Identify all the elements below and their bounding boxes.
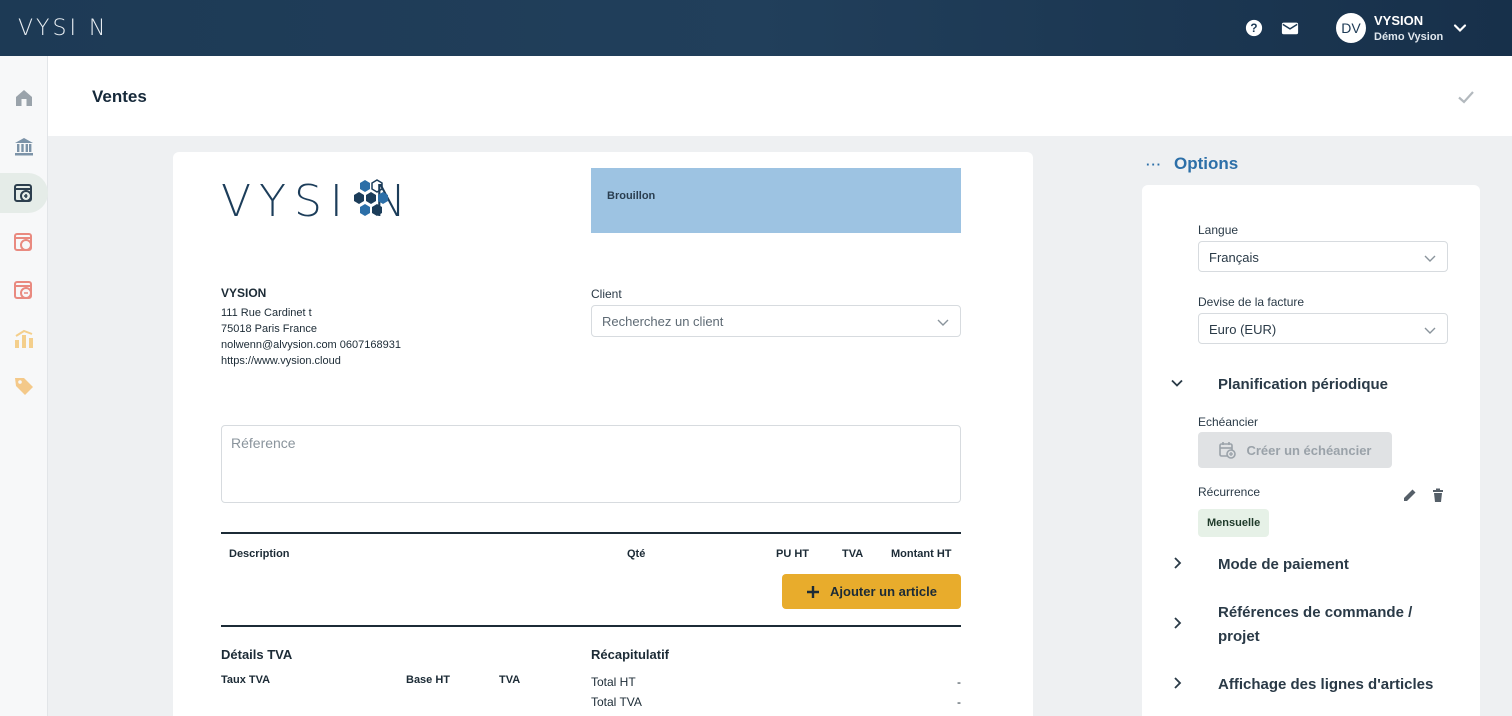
section-order-refs-toggle[interactable]: Références de commande / projet	[1170, 604, 1412, 645]
mail-icon[interactable]	[1281, 19, 1299, 37]
trash-icon[interactable]	[1430, 487, 1446, 503]
recurrence-chip[interactable]: Mensuelle	[1198, 509, 1270, 537]
company-contact: nolwenn@alvysion.com 0607168931	[221, 339, 401, 351]
schedule-label: Echéancier	[1198, 415, 1259, 429]
chevron-right-icon	[1174, 617, 1182, 629]
company-address-line2: 75018 Paris France	[221, 323, 317, 335]
chevron-right-icon	[1174, 557, 1182, 569]
calendar-add-icon	[1219, 442, 1237, 459]
company-website: https://www.vysion.cloud	[221, 355, 341, 367]
sidebar-item-tags[interactable]	[0, 366, 48, 406]
table-top-rule	[221, 532, 961, 534]
section-item-display-title: Affichage des lignes d'articles	[1218, 676, 1434, 693]
more-icon: ···	[1146, 156, 1162, 172]
summary-row-total-ht: Total HT -	[591, 675, 961, 689]
reference-input[interactable]: Réference	[221, 425, 961, 503]
reports-icon	[15, 329, 33, 348]
brand-logo[interactable]: VYSI N	[18, 14, 108, 42]
create-schedule-label: Créer un échéancier	[1246, 442, 1372, 458]
sidebar-item-home[interactable]	[0, 78, 48, 118]
page-header: Ventes	[48, 56, 1512, 136]
section-payment-toggle[interactable]: Mode de paiement	[1170, 553, 1349, 573]
summary-value: -	[957, 695, 961, 709]
vat-details-title: Détails TVA	[221, 647, 293, 662]
sidebar-item-purchases[interactable]	[0, 222, 48, 262]
currency-value: Euro (EUR)	[1209, 322, 1277, 337]
user-org: Démo Vysion	[1374, 31, 1444, 43]
section-periodic-title: Planification périodique	[1218, 376, 1389, 393]
add-item-label: Ajouter un article	[830, 584, 937, 599]
chevron-down-icon[interactable]	[1452, 20, 1468, 36]
language-select[interactable]: Français	[1198, 241, 1448, 272]
help-icon[interactable]: ?	[1245, 19, 1263, 37]
column-header-amount: Montant HT	[891, 548, 952, 560]
section-order-refs-line2: projet	[1218, 628, 1260, 645]
summary-label: Total TVA	[591, 695, 642, 709]
client-select[interactable]: Recherchez un client	[591, 305, 961, 337]
invoice-card: VYSI N Brouillon VYSION 111 Rue Cardinet…	[173, 152, 1033, 716]
purchase-invoice-icon	[14, 233, 32, 251]
bank-icon	[15, 138, 33, 156]
add-item-button[interactable]: Ajouter un article	[782, 574, 961, 609]
column-header-qty: Qté	[627, 548, 646, 560]
vat-col-vat: TVA	[499, 674, 521, 686]
page-title: Ventes	[92, 87, 147, 106]
language-label: Langue	[1198, 223, 1239, 237]
sidebar-item-expenses[interactable]	[0, 270, 48, 310]
options-panel: Langue Français Devise de la facture Eur…	[1142, 185, 1480, 716]
top-bar: VYSI N ? DV VYSION Démo Vysion	[0, 0, 1512, 56]
options-title: Options	[1174, 154, 1239, 173]
summary-value: -	[957, 675, 961, 689]
expense-icon	[14, 281, 32, 299]
create-schedule-button[interactable]: Créer un échéancier	[1198, 432, 1392, 468]
currency-select[interactable]: Euro (EUR)	[1198, 313, 1448, 344]
status-box: Brouillon	[591, 168, 961, 233]
column-header-vat: TVA	[842, 548, 864, 560]
column-header-description: Description	[229, 548, 290, 560]
section-payment-title: Mode de paiement	[1218, 556, 1349, 573]
sidebar-item-reports[interactable]	[0, 319, 48, 359]
reference-placeholder: Réference	[231, 435, 296, 451]
summary-label: Total HT	[591, 675, 636, 689]
recurrence-label: Récurrence	[1198, 485, 1261, 499]
sidebar	[0, 56, 48, 716]
chevron-down-icon	[1171, 379, 1183, 387]
status-text: Brouillon	[607, 190, 656, 202]
edit-icon[interactable]	[1402, 487, 1418, 503]
logo-hexagon-icon	[354, 179, 388, 216]
user-name[interactable]: VYSION	[1374, 13, 1423, 28]
summary-row-total-tva: Total TVA -	[591, 695, 961, 709]
tag-icon	[15, 378, 33, 395]
client-label: Client	[591, 287, 622, 301]
chevron-right-icon	[1174, 677, 1182, 689]
chevron-down-icon	[1424, 255, 1436, 262]
section-order-refs-line1: Références de commande /	[1218, 604, 1413, 621]
chevron-down-icon	[937, 319, 949, 326]
section-periodic-toggle[interactable]: Planification périodique	[1170, 373, 1388, 393]
vat-col-rate: Taux TVA	[221, 674, 271, 686]
table-bottom-rule	[221, 625, 961, 627]
sidebar-item-sales[interactable]	[0, 173, 48, 213]
column-header-unit-price: PU HT	[776, 548, 809, 560]
section-item-display-toggle[interactable]: Affichage des lignes d'articles	[1170, 673, 1433, 693]
sales-invoice-icon	[14, 184, 32, 202]
sidebar-item-bank[interactable]	[0, 127, 48, 167]
summary-title: Récapitulatif	[591, 647, 670, 662]
check-icon[interactable]	[1456, 87, 1476, 107]
options-header[interactable]: ··· Options	[1146, 154, 1238, 174]
plus-icon	[807, 585, 820, 598]
home-icon	[16, 90, 32, 106]
company-address-line1: 111 Rue Cardinet t	[221, 307, 312, 319]
language-value: Français	[1209, 250, 1259, 265]
vat-col-base: Base HT	[406, 674, 451, 686]
svg-text:?: ?	[1250, 22, 1257, 35]
avatar[interactable]: DV	[1336, 13, 1366, 43]
currency-label: Devise de la facture	[1198, 295, 1305, 309]
brand-text: VYSI N	[18, 15, 109, 41]
client-placeholder: Recherchez un client	[602, 314, 724, 329]
company-name: VYSION	[221, 286, 267, 300]
chevron-down-icon	[1424, 327, 1436, 334]
